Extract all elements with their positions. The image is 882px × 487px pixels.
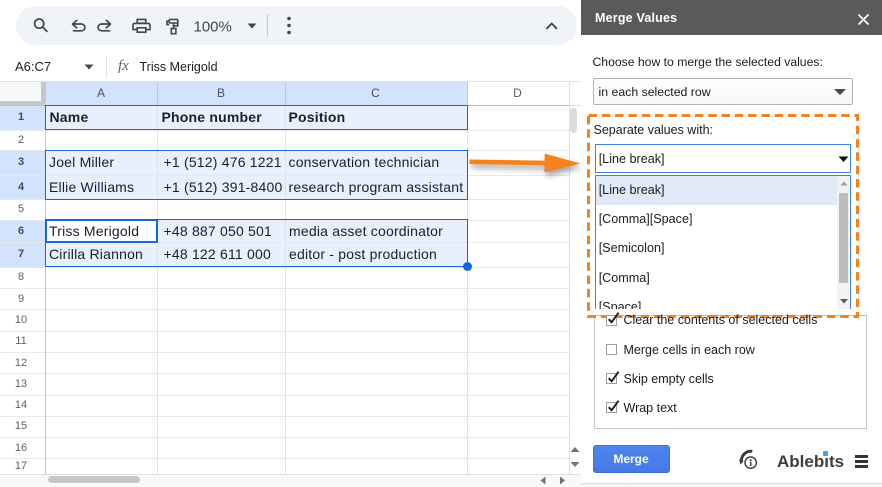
svg-text:100%: 100%: [194, 19, 232, 36]
